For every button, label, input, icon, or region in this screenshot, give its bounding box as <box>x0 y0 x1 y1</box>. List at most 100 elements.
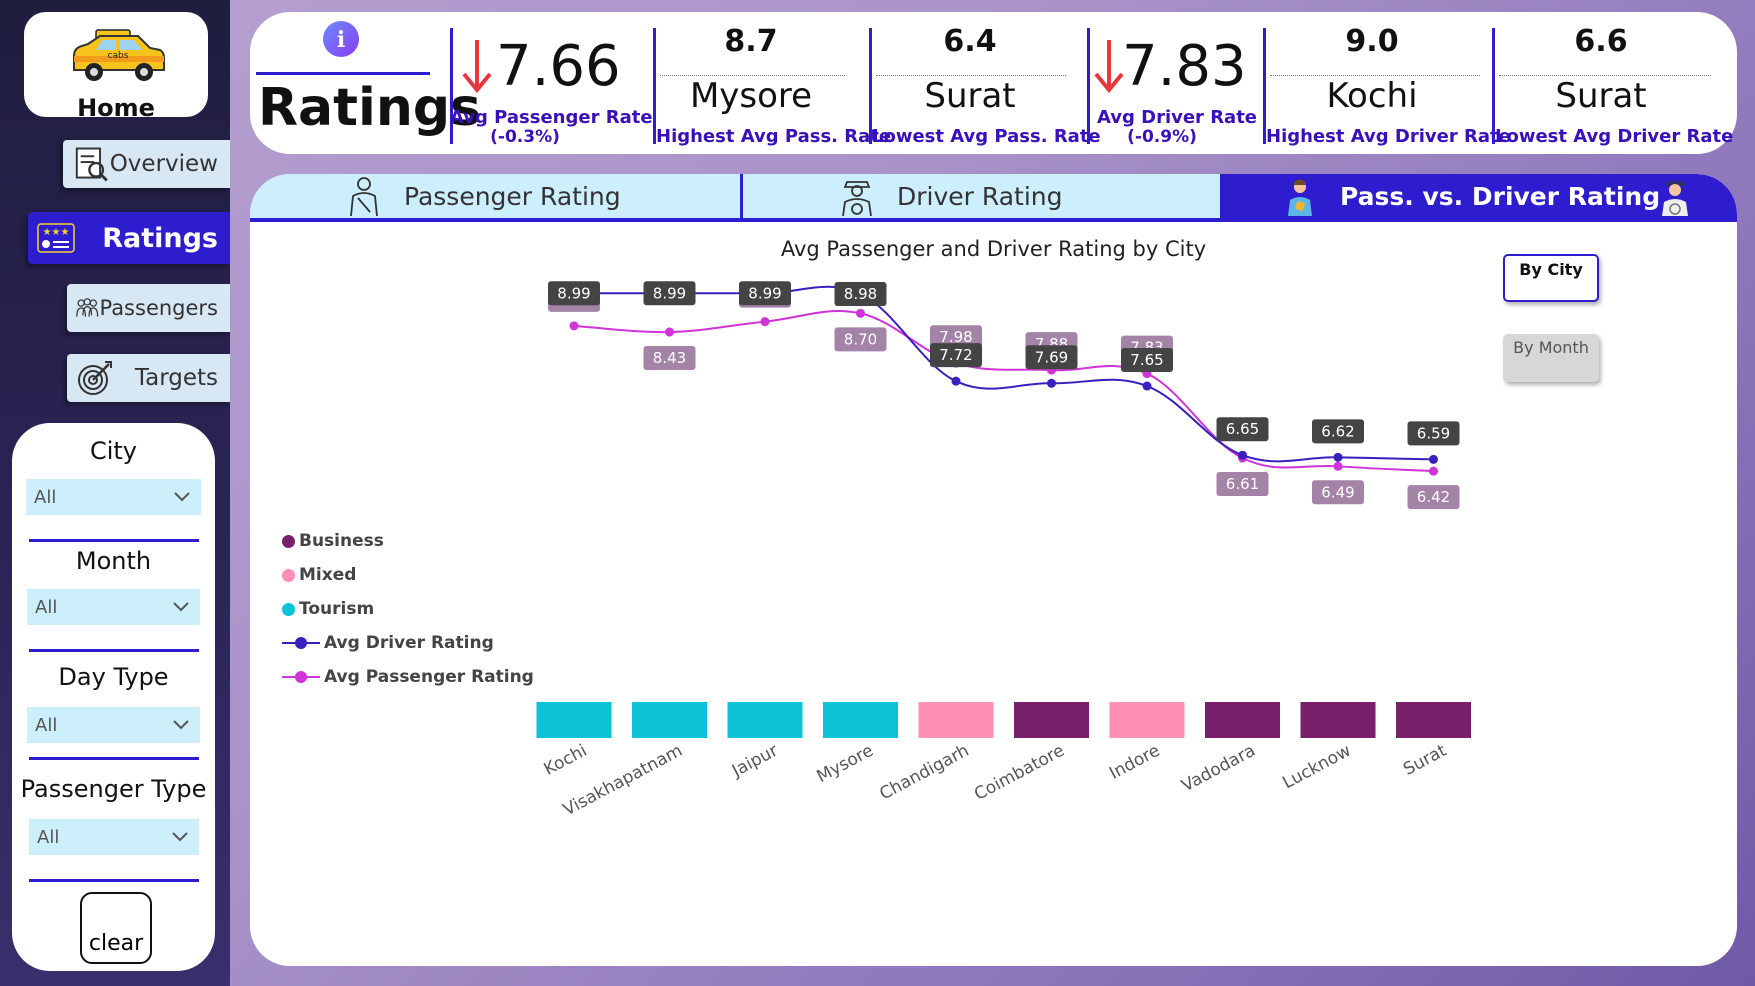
info-symbol: i <box>337 27 345 53</box>
driver-data-label: 8.99 <box>748 284 781 302</box>
driver-data-label: 6.65 <box>1226 420 1259 438</box>
lowest-pass-value: 6.4 <box>943 24 997 59</box>
avg-passenger-rate-delta: (-0.3%) <box>490 127 560 147</box>
x-tick-label: Mysore <box>814 741 877 787</box>
info-icon[interactable]: i <box>322 20 360 58</box>
title-underline <box>256 72 430 75</box>
nav-passengers[interactable]: Passengers <box>67 284 230 332</box>
day-type-filter-label: Day Type <box>58 663 169 691</box>
avg-driver-rate-delta: (-0.9%) <box>1127 127 1197 147</box>
divider <box>29 879 199 882</box>
avg-passenger-rate-label: Avg Passenger Rate <box>450 107 653 128</box>
taxi-icon: cabs <box>73 29 165 81</box>
passenger-rating-line <box>573 310 1434 473</box>
x-tick-label: Vadodara <box>1178 741 1259 796</box>
kpi-bar: i Ratings 7.66 Avg Passenger Rate (-0.3%… <box>250 12 1737 154</box>
highest-pass-value: 8.7 <box>724 24 778 59</box>
x-tick-label: Surat <box>1400 741 1450 780</box>
driver-point <box>1333 452 1343 462</box>
page-title: Ratings <box>258 78 482 138</box>
day-type-dropdown[interactable]: All <box>27 707 200 743</box>
target-icon <box>78 361 112 395</box>
lowest-pass-label: Lowest Avg Pass. Rate <box>872 126 1101 147</box>
day-type-dropdown-value: All <box>35 714 58 736</box>
nav-targets[interactable]: Targets <box>67 354 230 402</box>
city-type-bar <box>1396 702 1471 738</box>
nav-ratings-label: Ratings <box>102 222 218 254</box>
lowest-pass-city: Surat <box>924 76 1016 116</box>
divider <box>29 539 199 542</box>
nav-targets-label: Targets <box>134 365 218 391</box>
svg-text:★★★: ★★★ <box>43 227 70 238</box>
chevron-down-icon <box>173 602 189 612</box>
passenger-point <box>1429 466 1438 476</box>
taxi-brand: cabs <box>108 51 129 61</box>
driver-data-label: 6.62 <box>1321 422 1354 440</box>
city-filter-label: City <box>89 437 138 465</box>
month-dropdown[interactable]: All <box>27 589 200 625</box>
lowest-driver-label: Lowest Avg Driver Rate <box>1495 126 1734 147</box>
passengers-icon <box>76 298 99 317</box>
nav-overview-label: Overview <box>109 151 218 177</box>
sidebar: cabs Home Overview ★★★ Ratings Passenger… <box>0 0 230 986</box>
driver-rating-line <box>573 285 1434 463</box>
driver-data-label: 6.59 <box>1417 424 1450 442</box>
x-tick-label: Coimbatore <box>971 741 1068 805</box>
highest-pass-label: Highest Avg Pass. Rate <box>656 126 892 147</box>
city-type-bar <box>1109 702 1185 738</box>
lowest-driver-city: Surat <box>1555 76 1647 116</box>
nav-overview[interactable]: Overview <box>63 140 230 188</box>
chevron-down-icon <box>174 492 190 502</box>
driver-data-label: 8.99 <box>653 284 686 302</box>
home-button[interactable]: cabs Home <box>24 12 208 122</box>
driver-point <box>1429 454 1438 464</box>
passenger-type-filter-label: Passenger Type <box>20 775 207 803</box>
driver-point <box>1142 381 1152 391</box>
clear-button[interactable]: clear <box>80 892 152 964</box>
avg-passenger-rate-value: 7.66 <box>496 34 621 99</box>
chart-card: Passenger Rating Driver Rating Pass. vs.… <box>250 174 1737 966</box>
divider <box>1087 28 1090 144</box>
avg-driver-rate-label: Avg Driver Rate <box>1096 107 1258 128</box>
nav-passengers-label: Passengers <box>99 296 218 320</box>
down-arrow-icon <box>1094 40 1124 94</box>
chevron-down-icon <box>173 720 189 730</box>
report-icon <box>75 147 108 182</box>
line-chart: KochiVisakhapatnam Jaipur Mysore Chandigarh… <box>536 281 1471 820</box>
divider <box>29 649 199 652</box>
passenger-point <box>856 308 865 318</box>
chevron-down-icon <box>172 832 188 842</box>
driver-data-label: 7.72 <box>939 346 972 364</box>
x-tick-label: Jaipur <box>728 741 781 782</box>
x-tick-label: Indore <box>1106 741 1163 784</box>
passenger-point <box>1333 461 1343 471</box>
city-type-bar <box>918 702 994 738</box>
x-tick-label: Chandigarh <box>876 741 972 805</box>
driver-point <box>951 376 961 386</box>
city-type-bar <box>1014 702 1089 738</box>
passenger-data-label: 8.43 <box>653 349 686 367</box>
passenger-point <box>569 321 579 331</box>
city-dropdown-value: All <box>34 486 57 508</box>
passenger-type-dropdown[interactable]: All <box>29 819 199 855</box>
x-tick-label: Kochi <box>541 741 591 780</box>
passenger-data-label: 8.70 <box>844 330 877 348</box>
city-type-bar <box>727 702 803 738</box>
highest-driver-value: 9.0 <box>1345 24 1399 59</box>
city-type-bar <box>536 702 612 738</box>
city-type-bar <box>1300 702 1376 738</box>
nav-ratings[interactable]: ★★★ Ratings <box>28 212 230 264</box>
driver-data-label: 7.65 <box>1130 351 1163 369</box>
highest-driver-label: Highest Avg Driver Rate <box>1266 126 1511 147</box>
city-type-bar <box>1205 702 1280 738</box>
city-dropdown[interactable]: All <box>26 479 201 515</box>
passenger-data-label: 6.49 <box>1321 483 1354 501</box>
driver-data-label: 8.99 <box>557 284 590 302</box>
passenger-point <box>665 327 674 337</box>
divider <box>29 757 199 760</box>
driver-data-label: 8.98 <box>844 285 877 303</box>
highest-pass-city: Mysore <box>689 76 813 116</box>
city-type-bar <box>823 702 898 738</box>
passenger-data-label: 6.42 <box>1417 488 1450 506</box>
home-label: Home <box>77 94 155 122</box>
